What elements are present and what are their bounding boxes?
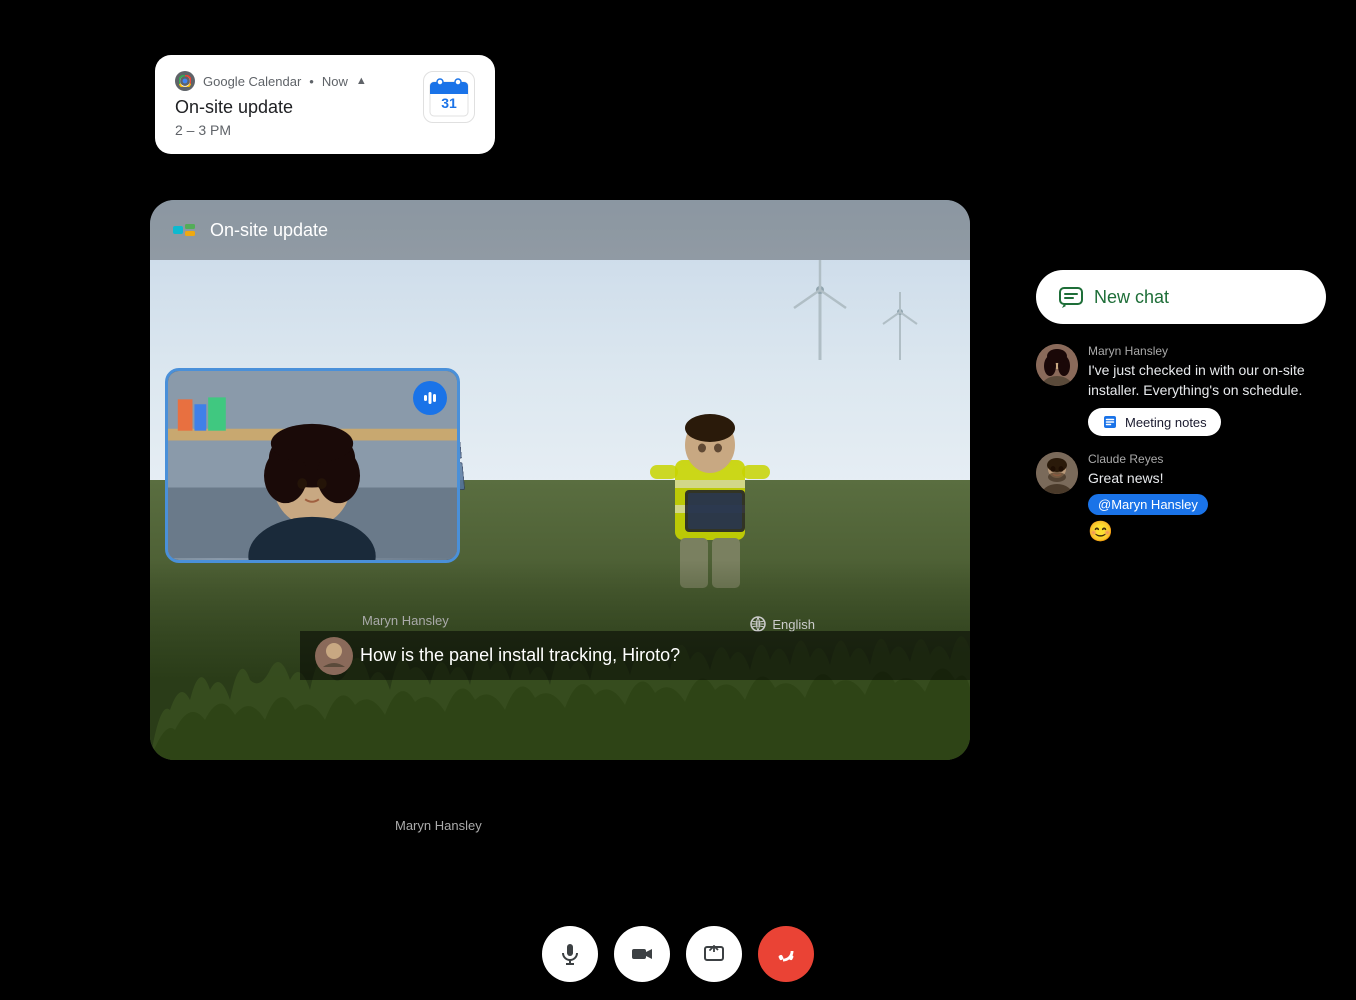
- gcal-event-title: On-site update: [175, 97, 367, 118]
- end-call-icon: [774, 942, 798, 966]
- chat-content-2: Claude Reyes Great news! @Maryn Hansley …: [1088, 452, 1326, 544]
- chat-panel: New chat Maryn Hansley I've just checked…: [1036, 270, 1326, 560]
- mic-button[interactable]: [542, 926, 598, 982]
- gcal-app-icon: [175, 71, 195, 91]
- end-call-button[interactable]: [758, 926, 814, 982]
- mention-chip[interactable]: @Maryn Hansley: [1088, 494, 1208, 515]
- chat-sender-2: Claude Reyes: [1088, 452, 1326, 466]
- caption-speaker-name: Maryn Hansley: [362, 613, 449, 628]
- self-view-container: [165, 368, 460, 563]
- gcal-content: Google Calendar • Now ▲ On-site update 2…: [175, 71, 367, 138]
- chat-message-1: Maryn Hansley I've just checked in with …: [1036, 344, 1326, 436]
- camera-button[interactable]: [614, 926, 670, 982]
- meeting-notes-icon: [1102, 414, 1118, 430]
- language-label: English: [772, 617, 815, 632]
- audio-waves-icon: [421, 389, 439, 407]
- wind-turbine-1: [790, 260, 850, 365]
- new-chat-icon: [1058, 284, 1084, 310]
- control-bar: [0, 926, 1356, 982]
- new-chat-button[interactable]: New chat: [1036, 270, 1326, 324]
- meeting-notes-label: Meeting notes: [1125, 415, 1207, 430]
- new-chat-label: New chat: [1094, 287, 1169, 308]
- svg-text:31: 31: [441, 95, 457, 111]
- meet-header: On-site update: [150, 200, 970, 260]
- meet-logo-icon: [170, 216, 198, 244]
- gcal-header: Google Calendar • Now ▲: [175, 71, 367, 91]
- captions-bar: Maryn Hansley How is the panel install t…: [300, 631, 970, 680]
- present-button[interactable]: [686, 926, 742, 982]
- chat-text-2: Great news!: [1088, 469, 1326, 489]
- chat-sender-1: Maryn Hansley: [1088, 344, 1326, 358]
- settings-icon: [750, 616, 766, 632]
- gcal-time: Now: [322, 74, 348, 89]
- audio-indicator: [413, 381, 447, 415]
- gcal-calendar-icon: 31: [423, 71, 475, 123]
- gcal-notification: Google Calendar • Now ▲ On-site update 2…: [155, 55, 495, 154]
- chat-message-2: Claude Reyes Great news! @Maryn Hansley …: [1036, 452, 1326, 544]
- caption-name-overlay: Maryn Hansley: [395, 818, 482, 833]
- gcal-chevron: ▲: [356, 75, 367, 87]
- caption-text: How is the panel install tracking, Hirot…: [360, 645, 680, 666]
- present-icon: [702, 942, 726, 966]
- gcal-app-name: Google Calendar: [203, 74, 301, 89]
- language-badge[interactable]: English: [750, 616, 815, 632]
- gcal-event-time: 2 – 3 PM: [175, 122, 367, 138]
- reaction-emoji: 😊: [1088, 519, 1326, 544]
- camera-icon: [630, 942, 654, 966]
- chat-avatar-claude: [1036, 452, 1078, 494]
- caption-speaker-avatar: [315, 637, 353, 675]
- chat-text-1: I've just checked in with our on-site in…: [1088, 361, 1326, 400]
- chat-avatar-maryn: [1036, 344, 1078, 386]
- mic-icon: [558, 942, 582, 966]
- chat-content-1: Maryn Hansley I've just checked in with …: [1088, 344, 1326, 436]
- wind-turbine-2: [880, 290, 920, 365]
- meet-event-title: On-site update: [210, 220, 328, 241]
- gcal-separator: •: [309, 74, 314, 89]
- meeting-notes-chip[interactable]: Meeting notes: [1088, 408, 1221, 436]
